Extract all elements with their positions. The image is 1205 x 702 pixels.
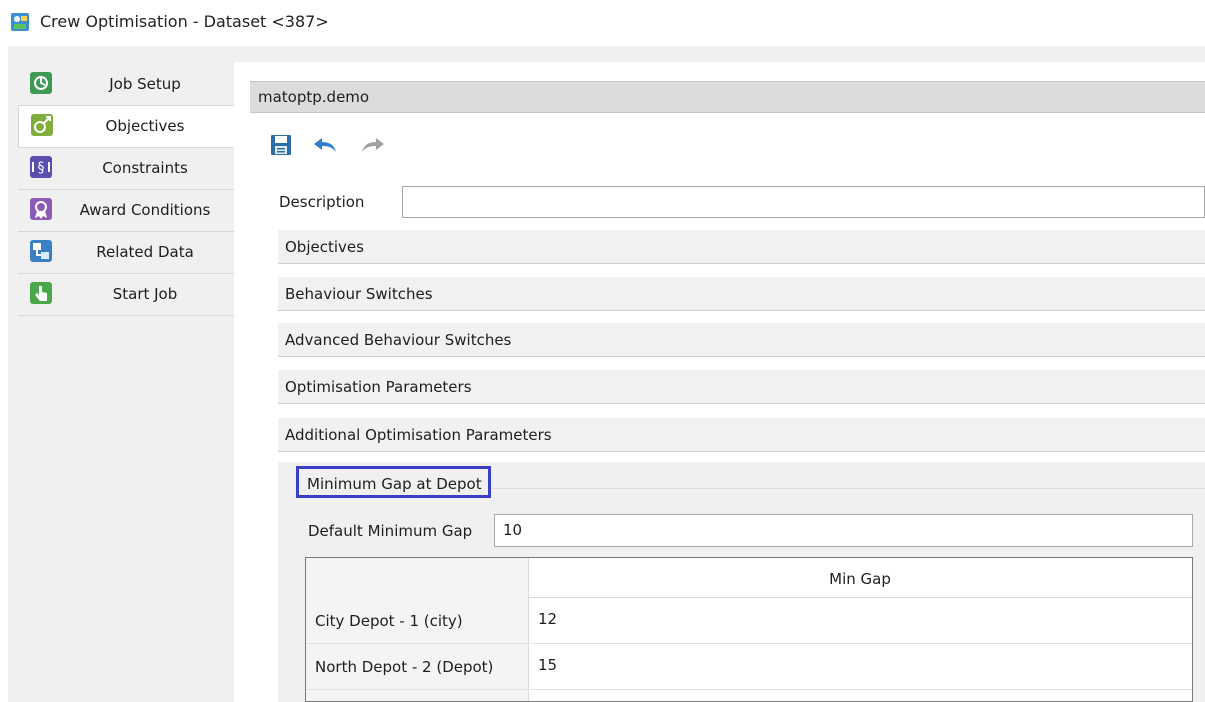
- section-title: Optimisation Parameters: [285, 378, 472, 396]
- constraints-icon: §: [30, 156, 52, 178]
- dataset-header: matoptp.demo: [250, 81, 1205, 113]
- min-gap-cell[interactable]: 12: [538, 610, 557, 628]
- table-row[interactable]: North Depot - 2 (Depot) 15: [306, 644, 1192, 690]
- svg-text:§: §: [38, 160, 45, 176]
- award-icon: [30, 198, 52, 220]
- description-label: Description: [279, 193, 365, 211]
- redo-icon[interactable]: [360, 132, 386, 158]
- save-icon[interactable]: [268, 132, 294, 158]
- sidebar-item-label: Objectives: [105, 117, 185, 135]
- job-setup-icon: [30, 72, 52, 94]
- column-header-min-gap[interactable]: Min Gap: [528, 558, 1192, 598]
- sidebar-item-label: Start Job: [112, 285, 178, 303]
- sidebar-item-start-job[interactable]: Start Job: [18, 274, 234, 316]
- window-title: Crew Optimisation - Dataset <387>: [40, 12, 329, 31]
- sidebar-item-award-conditions[interactable]: Award Conditions: [18, 190, 234, 232]
- undo-icon[interactable]: [312, 132, 338, 158]
- sidebar-item-job-setup[interactable]: Job Setup: [18, 64, 234, 106]
- section-behaviour-switches[interactable]: Behaviour Switches: [278, 277, 1205, 311]
- sidebar-nav: Job Setup Objectives § Constraints Award…: [18, 64, 234, 316]
- description-input[interactable]: [402, 186, 1205, 218]
- min-gap-cell[interactable]: 15: [538, 656, 557, 674]
- default-minimum-gap-label: Default Minimum Gap: [308, 522, 473, 540]
- group-title-minimum-gap: Minimum Gap at Depot: [296, 466, 491, 498]
- sidebar-item-label: Constraints: [102, 159, 188, 177]
- objectives-icon: [31, 114, 53, 136]
- title-bar: Crew Optimisation - Dataset <387>: [0, 0, 1205, 44]
- sidebar-item-objectives[interactable]: Objectives: [18, 106, 234, 148]
- top-separator: [234, 46, 1205, 62]
- row-header-depot: City Depot - 1 (city): [315, 612, 463, 630]
- section-advanced-behaviour-switches[interactable]: Advanced Behaviour Switches: [278, 323, 1205, 357]
- grid-corner: [306, 558, 528, 598]
- section-objectives[interactable]: Objectives: [278, 230, 1205, 264]
- section-title: Objectives: [285, 238, 364, 256]
- toolbar: [268, 132, 428, 160]
- section-optimisation-parameters[interactable]: Optimisation Parameters: [278, 370, 1205, 404]
- section-title: Additional Optimisation Parameters: [285, 426, 552, 444]
- sidebar-item-label: Related Data: [96, 243, 194, 261]
- row-header-depot: North Depot - 2 (Depot): [315, 658, 494, 676]
- related-data-icon: [30, 240, 52, 262]
- default-minimum-gap-input[interactable]: 10: [494, 514, 1193, 547]
- sidebar-item-related-data[interactable]: Related Data: [18, 232, 234, 274]
- app-icon: [11, 13, 29, 31]
- start-job-icon: [30, 282, 52, 304]
- section-title: Advanced Behaviour Switches: [285, 331, 512, 349]
- sidebar-item-label: Job Setup: [109, 75, 181, 93]
- dataset-name: matoptp.demo: [258, 88, 370, 106]
- sidebar-item-label: Award Conditions: [79, 201, 211, 219]
- section-title: Behaviour Switches: [285, 285, 433, 303]
- section-additional-optimisation-parameters[interactable]: Additional Optimisation Parameters: [278, 418, 1205, 452]
- min-gap-grid: Min Gap City Depot - 1 (city) 12 North D…: [305, 557, 1193, 702]
- sidebar-item-constraints[interactable]: § Constraints: [18, 148, 234, 190]
- table-row[interactable]: City Depot - 1 (city) 12: [306, 598, 1192, 644]
